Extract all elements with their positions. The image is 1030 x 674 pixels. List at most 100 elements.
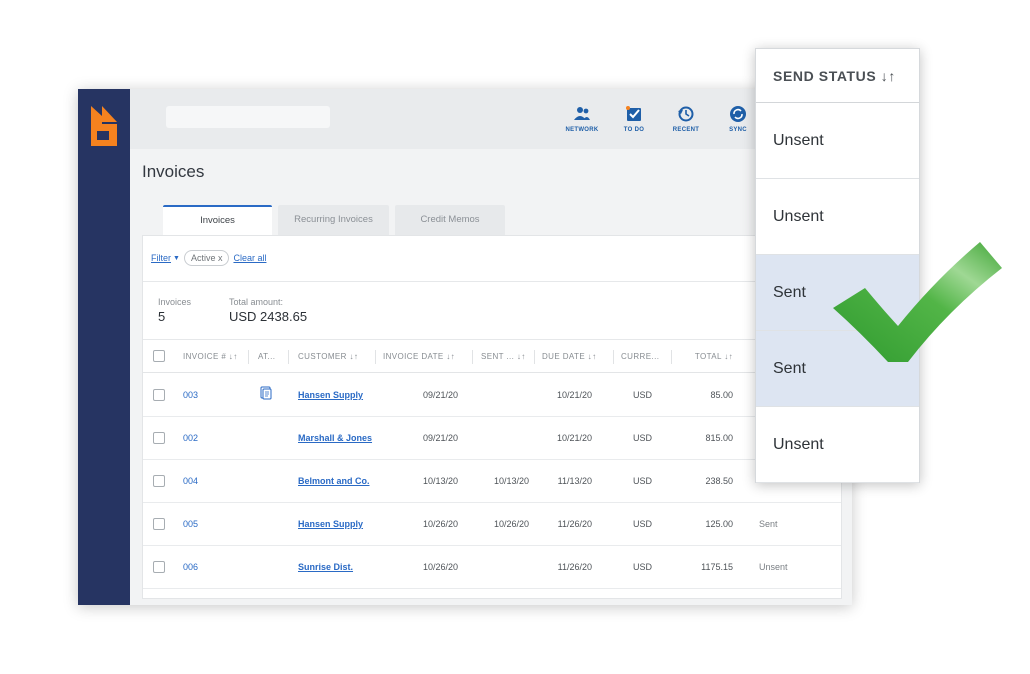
total-amount-value: USD 2438.65 bbox=[229, 309, 308, 324]
page-title: Invoices bbox=[142, 162, 205, 181]
stage: NETWORK TO DO RECENT SYNC Invoices Invoi… bbox=[0, 0, 1030, 674]
row-checkbox[interactable] bbox=[153, 518, 165, 530]
invoice-date: 10/26/20 bbox=[422, 519, 458, 529]
invoice-number-link[interactable]: 004 bbox=[183, 460, 198, 503]
column-separator bbox=[288, 350, 289, 364]
currency: USD bbox=[633, 562, 653, 572]
send-status: Unsent bbox=[759, 562, 788, 572]
left-rail bbox=[78, 89, 130, 605]
invoice-number-link[interactable]: 006 bbox=[183, 546, 198, 589]
invoice-number-link[interactable]: 002 bbox=[183, 417, 198, 460]
sync-label: SYNC bbox=[729, 127, 747, 133]
column-sent[interactable]: SENT ... ↓↑ bbox=[481, 340, 526, 373]
recent-icon bbox=[678, 106, 694, 122]
table-row[interactable]: 004 Belmont and Co. 10/13/20 10/13/20 11… bbox=[143, 460, 841, 503]
tab-invoices[interactable]: Invoices bbox=[163, 205, 272, 235]
due-date: 10/21/20 bbox=[556, 390, 592, 400]
row-checkbox[interactable] bbox=[153, 561, 165, 573]
total-amount: 125.00 bbox=[705, 519, 733, 529]
search-input[interactable] bbox=[166, 106, 330, 128]
send-status-cell: Unsent bbox=[756, 103, 919, 179]
due-date: 11/13/20 bbox=[557, 476, 592, 486]
send-status-panel: SEND STATUS ↓↑ Unsent Unsent Sent Sent U… bbox=[755, 48, 920, 483]
customer-link[interactable]: Marshall & Jones bbox=[298, 417, 372, 460]
toolbar: NETWORK TO DO RECENT SYNC bbox=[556, 105, 764, 133]
currency: USD bbox=[633, 390, 653, 400]
sent-date bbox=[481, 417, 529, 460]
table-row[interactable]: 002 Marshall & Jones 09/21/20 10/21/20 U… bbox=[143, 417, 841, 460]
todo-button[interactable]: TO DO bbox=[608, 105, 660, 133]
filter-chip-active[interactable]: Active x bbox=[183, 250, 230, 266]
invoice-date: 09/21/20 bbox=[422, 390, 458, 400]
bill-logo-icon[interactable] bbox=[88, 104, 120, 148]
network-button[interactable]: NETWORK bbox=[556, 105, 608, 133]
total-amount: 815.00 bbox=[705, 433, 733, 443]
row-checkbox[interactable] bbox=[153, 432, 165, 444]
invoice-date: 10/13/20 bbox=[422, 476, 458, 486]
table-row[interactable]: 003 Hansen Supply 09/21/20 10/21/20 USD … bbox=[143, 374, 841, 417]
due-date: 10/21/20 bbox=[556, 433, 592, 443]
todo-icon bbox=[626, 106, 641, 121]
customer-link[interactable]: Hansen Supply bbox=[298, 374, 363, 417]
invoice-number-link[interactable]: 005 bbox=[183, 503, 198, 546]
divider bbox=[143, 281, 841, 282]
invoice-number-link[interactable]: 003 bbox=[183, 374, 198, 417]
network-icon bbox=[574, 107, 590, 120]
attachment-icon[interactable] bbox=[260, 386, 272, 400]
column-separator bbox=[248, 350, 249, 364]
column-due-date[interactable]: DUE DATE ↓↑ bbox=[542, 340, 596, 373]
send-status-cell: Unsent bbox=[756, 407, 919, 483]
network-label: NETWORK bbox=[565, 127, 599, 133]
tab-bar: Invoices Recurring Invoices Credit Memos bbox=[163, 205, 505, 235]
row-checkbox[interactable] bbox=[153, 475, 165, 487]
invoice-date: 10/26/20 bbox=[422, 562, 458, 572]
row-checkbox[interactable] bbox=[153, 389, 165, 401]
total-amount-label: Total amount: bbox=[229, 297, 284, 307]
column-invoice-number[interactable]: INVOICE # ↓↑ bbox=[183, 340, 238, 373]
column-separator bbox=[671, 350, 672, 364]
tab-credit-memos[interactable]: Credit Memos bbox=[395, 205, 505, 235]
customer-link[interactable]: Sunrise Dist. bbox=[298, 546, 353, 589]
invoice-summary: Invoices 5 Total amount: USD 2438.65 bbox=[158, 297, 307, 324]
table-header: INVOICE # ↓↑ AT... CUSTOMER ↓↑ INVOICE D… bbox=[143, 340, 841, 373]
send-status: Sent bbox=[759, 519, 778, 529]
column-separator bbox=[613, 350, 614, 364]
select-all-checkbox[interactable] bbox=[153, 350, 165, 362]
column-attachment[interactable]: AT... bbox=[258, 340, 275, 373]
currency: USD bbox=[633, 519, 653, 529]
recent-label: RECENT bbox=[672, 127, 700, 133]
top-bar: NETWORK TO DO RECENT SYNC bbox=[130, 89, 852, 149]
tab-recurring-invoices[interactable]: Recurring Invoices bbox=[278, 205, 389, 235]
due-date: 11/26/20 bbox=[557, 519, 592, 529]
table-row[interactable]: 005 Hansen Supply 10/26/20 10/26/20 11/2… bbox=[143, 503, 841, 546]
sent-date bbox=[481, 374, 529, 417]
send-status-cell: Unsent bbox=[756, 179, 919, 255]
column-currency[interactable]: CURRE... bbox=[621, 340, 659, 373]
recent-button[interactable]: RECENT bbox=[660, 105, 712, 133]
send-status-cell: Sent bbox=[756, 331, 919, 407]
customer-link[interactable]: Hansen Supply bbox=[298, 503, 363, 546]
customer-link[interactable]: Belmont and Co. bbox=[298, 460, 370, 503]
column-customer[interactable]: CUSTOMER ↓↑ bbox=[298, 340, 358, 373]
column-separator bbox=[375, 350, 376, 364]
send-status-column-header[interactable]: SEND STATUS ↓↑ bbox=[756, 49, 919, 103]
app-window: NETWORK TO DO RECENT SYNC Invoices Invoi… bbox=[78, 89, 852, 605]
total-amount: 238.50 bbox=[705, 476, 733, 486]
invoice-date: 09/21/20 bbox=[422, 433, 458, 443]
invoices-count-label: Invoices bbox=[158, 297, 192, 307]
filter-button[interactable]: Filter bbox=[151, 253, 171, 263]
table-row[interactable]: 006 Sunrise Dist. 10/26/20 11/26/20 USD … bbox=[143, 546, 841, 589]
clear-all-link[interactable]: Clear all bbox=[233, 253, 266, 263]
column-invoice-date[interactable]: INVOICE DATE ↓↑ bbox=[383, 340, 455, 373]
todo-label: TO DO bbox=[623, 127, 645, 133]
chevron-down-icon: ▼ bbox=[173, 254, 180, 262]
sent-date: 10/26/20 bbox=[493, 519, 529, 529]
column-separator bbox=[534, 350, 535, 364]
send-status-cell: Sent bbox=[756, 255, 919, 331]
total-amount: 1175.15 bbox=[701, 562, 733, 572]
total-amount: 85.00 bbox=[710, 390, 733, 400]
sync-icon bbox=[730, 106, 746, 122]
column-total[interactable]: TOTAL ↓↑ bbox=[683, 340, 733, 373]
due-date: 11/26/20 bbox=[557, 562, 592, 572]
sent-date: 10/13/20 bbox=[493, 476, 529, 486]
